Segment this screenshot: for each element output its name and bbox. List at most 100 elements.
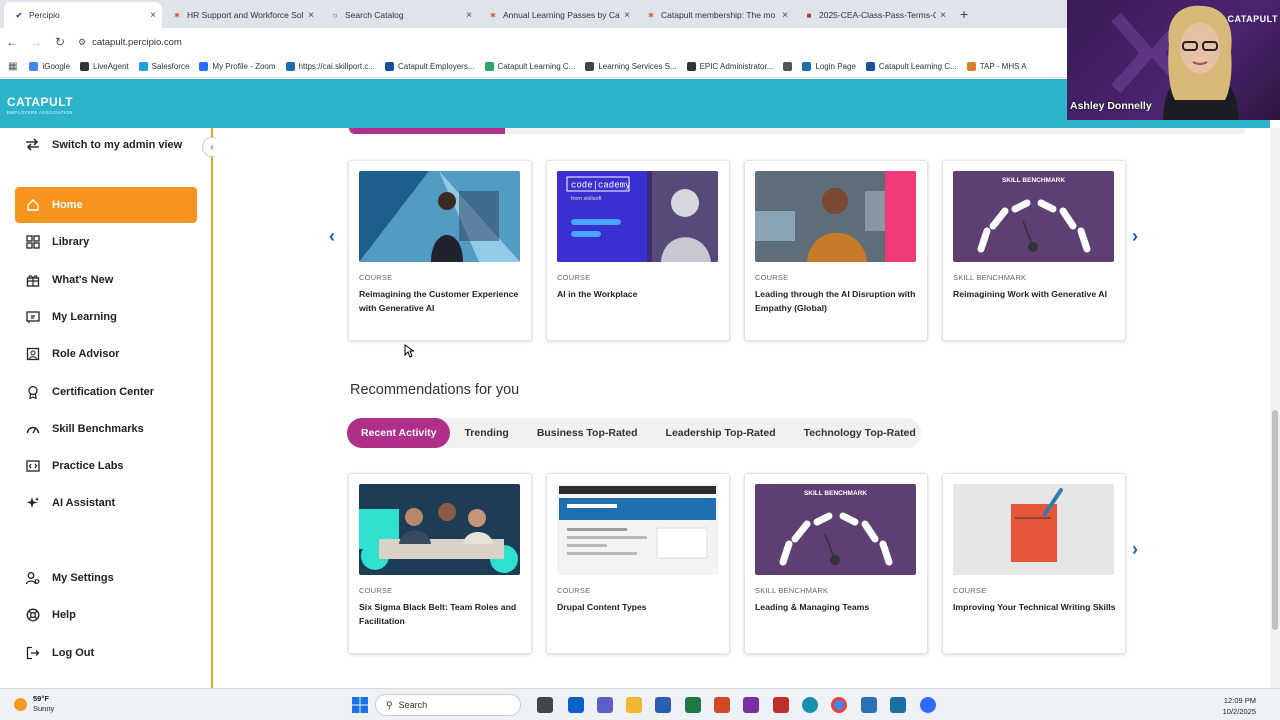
folder-icon[interactable]: [626, 697, 642, 713]
browser-tab[interactable]: ✶ HR Support and Workforce Sol ×: [162, 2, 320, 28]
browser-tab[interactable]: ✔ Percipio ×: [4, 2, 162, 28]
bookmark-item[interactable]: Catapult Learning C...: [484, 62, 575, 71]
close-tab-icon[interactable]: ×: [782, 10, 788, 21]
course-title[interactable]: Leading & Managing Teams: [755, 601, 920, 615]
sun-icon: [14, 697, 27, 711]
course-card[interactable]: COURSE Leading through the AI Disruption …: [744, 160, 928, 341]
recommendations-next-icon[interactable]: ›: [1132, 539, 1138, 560]
catapult-logo[interactable]: CATAPULT: [7, 95, 73, 109]
file-explorer-icon[interactable]: [537, 697, 553, 713]
back-icon[interactable]: ←: [0, 35, 24, 49]
bookmark-item[interactable]: TAP - MHS A: [966, 62, 1027, 71]
carousel-prev-icon[interactable]: ‹: [329, 226, 335, 247]
course-title[interactable]: Reimagining the Customer Experience with…: [359, 288, 524, 315]
bookmark-item[interactable]: https://cai.skillport.c...: [285, 62, 375, 71]
url-field[interactable]: ⚙ catapult.percipio.com: [78, 37, 182, 48]
bookmark-item[interactable]: Catapult Learning C...: [865, 62, 957, 71]
bookmark-item[interactable]: My Profile - Zoom: [199, 62, 276, 71]
tab-leadership-top-rated[interactable]: Leadership Top-Rated: [652, 418, 790, 448]
browser-tab[interactable]: ✶ Annual Learning Passes by Cata ×: [478, 2, 636, 28]
course-title[interactable]: Six Sigma Black Belt: Team Roles and Fac…: [359, 601, 524, 628]
bookmark-item[interactable]: EPIC Administrator...: [686, 62, 773, 71]
close-tab-icon[interactable]: ×: [308, 10, 314, 21]
tab-trending[interactable]: Trending: [450, 418, 522, 448]
windows-start-icon[interactable]: [352, 697, 368, 713]
sidebar-item-my-learning[interactable]: My Learning: [15, 299, 197, 335]
acrobat-icon[interactable]: [773, 697, 789, 713]
zoom-icon[interactable]: [920, 697, 936, 713]
course-title[interactable]: Leading through the AI Disruption with E…: [755, 288, 920, 315]
sidebar-item-skill-benchmarks[interactable]: Skill Benchmarks: [15, 411, 197, 447]
tab-technology-top-rated[interactable]: Technology Top-Rated: [790, 418, 930, 448]
sidebar-item-home[interactable]: Home: [15, 187, 197, 223]
tab-recent-activity[interactable]: Recent Activity: [347, 418, 451, 448]
sidebar-item-what-s-new[interactable]: What's New: [15, 262, 197, 298]
thumbnail-image: SKILL BENCHMARK: [953, 171, 1114, 262]
powerpoint-icon[interactable]: [714, 697, 730, 713]
teams-icon[interactable]: [597, 697, 613, 713]
bookmark-item[interactable]: LiveAgent: [80, 62, 129, 71]
calculator-icon[interactable]: [861, 697, 877, 713]
tab-bar-remnant: [505, 128, 1245, 134]
sidebar-item-library[interactable]: Library: [15, 224, 197, 260]
word-icon[interactable]: [655, 697, 671, 713]
logo-subtitle: EMPLOYERS ASSOCIATION: [7, 110, 73, 115]
carousel-next-icon[interactable]: ›: [1132, 226, 1138, 247]
course-title[interactable]: Reimagining Work with Generative AI: [953, 288, 1118, 302]
bookmark-item[interactable]: Salesforce: [138, 62, 189, 71]
close-tab-icon[interactable]: ×: [940, 10, 946, 21]
course-title[interactable]: Drupal Content Types: [557, 601, 722, 615]
browser-tab[interactable]: ○ Search Catalog ×: [320, 2, 478, 28]
course-card[interactable]: COURSE Improving Your Technical Writing S…: [942, 473, 1126, 654]
apps-grid-icon[interactable]: ▦: [8, 61, 17, 72]
bookmark-item[interactable]: Catapult Employers...: [385, 62, 475, 71]
bookmark-item[interactable]: [783, 62, 793, 71]
sidebar-item-my-settings[interactable]: My Settings: [15, 560, 197, 596]
page-scrollbar[interactable]: [1270, 128, 1280, 688]
chrome-icon[interactable]: [831, 697, 847, 713]
sidebar-item-certification-center[interactable]: Certification Center: [15, 374, 197, 410]
browser-tab[interactable]: ■ 2025-CEA-Class-Pass-Terms-Co ×: [794, 2, 952, 28]
bookmark-item[interactable]: Login Page: [802, 62, 856, 71]
sidebar-item-ai-assistant[interactable]: AI Assistant: [15, 485, 197, 521]
course-thumbnail: [359, 171, 520, 262]
onenote-icon[interactable]: [743, 697, 759, 713]
site-info-icon[interactable]: ⚙: [78, 37, 86, 48]
snagit-icon[interactable]: [890, 697, 906, 713]
course-card[interactable]: SKILL BENCHMARK SKILL BENCHMARK Leading & …: [744, 473, 928, 654]
excel-icon[interactable]: [685, 697, 701, 713]
course-title[interactable]: Improving Your Technical Writing Skills: [953, 601, 1118, 615]
bookmark-label: iGoogle: [42, 62, 71, 71]
course-card[interactable]: COURSE Reimagining the Customer Experienc…: [348, 160, 532, 341]
sidebar: Switch to my admin view ‹ Home Library Wha…: [0, 128, 222, 688]
course-title[interactable]: AI in the Workplace: [557, 288, 722, 302]
new-tab-icon[interactable]: +: [960, 6, 968, 22]
bookmark-item[interactable]: Learning Services S...: [585, 62, 677, 71]
system-clock[interactable]: 12:09 PM 10/2/2025: [1223, 695, 1256, 717]
sidebar-item-help[interactable]: Help: [15, 597, 197, 633]
help-icon: [26, 608, 40, 622]
taskbar-search[interactable]: ⚲ Search: [375, 694, 521, 716]
thumbnail-image: [953, 484, 1114, 575]
course-card[interactable]: COURSE Six Sigma Black Belt: Team Roles a…: [348, 473, 532, 654]
course-card[interactable]: SKILL BENCHMARK SKILL BENCHMARK Reimaginin…: [942, 160, 1126, 341]
outlook-icon[interactable]: [568, 697, 584, 713]
switch-admin-view-button[interactable]: Switch to my admin view: [25, 138, 182, 151]
scrollbar-thumb[interactable]: [1272, 410, 1278, 630]
close-tab-icon[interactable]: ×: [466, 10, 472, 21]
close-tab-icon[interactable]: ×: [624, 10, 630, 21]
edge-icon[interactable]: [802, 697, 818, 713]
forward-icon[interactable]: →: [24, 35, 48, 49]
sidebar-item-log-out[interactable]: Log Out: [15, 635, 197, 671]
bookmark-item[interactable]: iGoogle: [29, 62, 70, 71]
reload-icon[interactable]: ↻: [48, 35, 72, 49]
course-card[interactable]: code|cademy from skillsoft COURSE AI in the…: [546, 160, 730, 341]
sidebar-item-practice-labs[interactable]: Practice Labs: [15, 448, 197, 484]
bookmark-label: LiveAgent: [93, 62, 129, 71]
course-card[interactable]: COURSE Drupal Content Types: [546, 473, 730, 654]
weather-widget[interactable]: 59°F Sunny: [14, 694, 54, 714]
browser-tab[interactable]: ✶ Catapult membership: The mo ×: [636, 2, 794, 28]
tab-business-top-rated[interactable]: Business Top-Rated: [523, 418, 652, 448]
sidebar-item-role-advisor[interactable]: Role Advisor: [15, 336, 197, 372]
close-tab-icon[interactable]: ×: [150, 10, 156, 21]
